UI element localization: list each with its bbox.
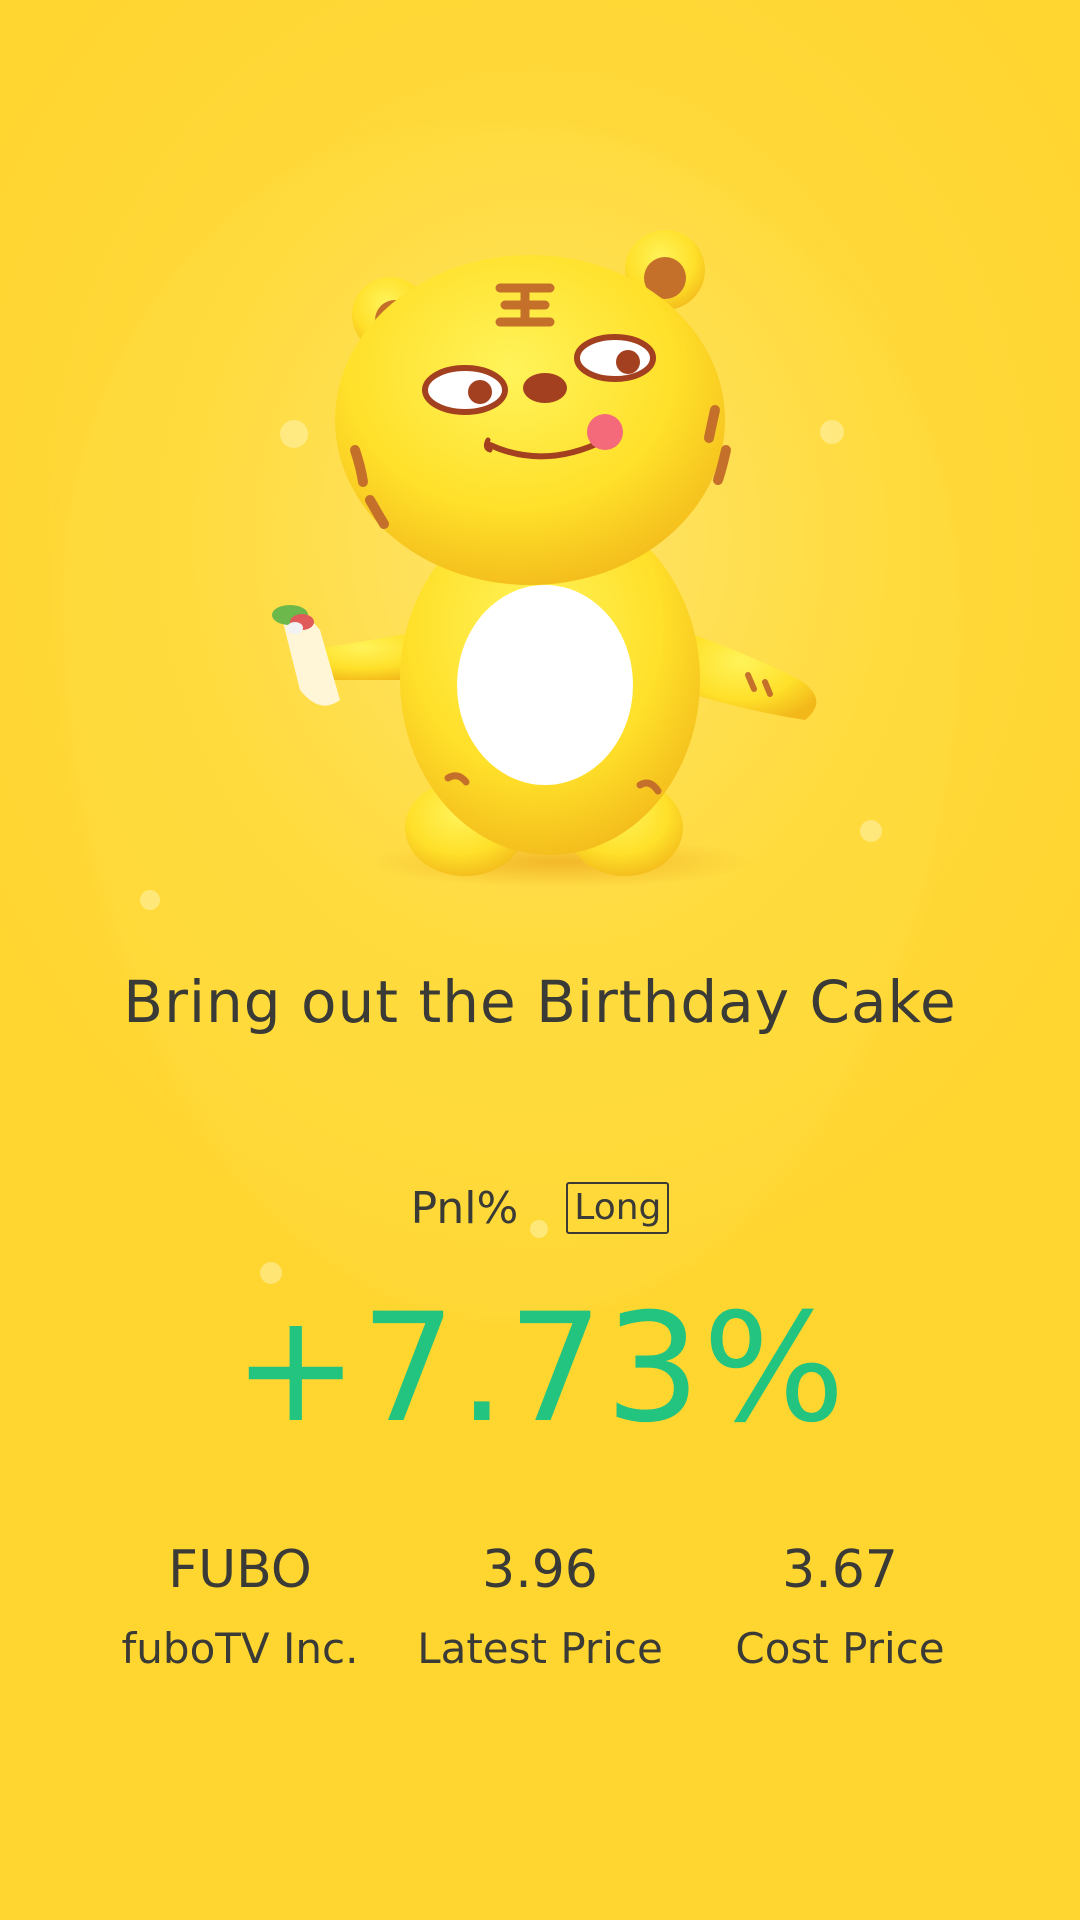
pnl-label: Pnl% xyxy=(410,1182,519,1234)
stat-latest-price: 3.96 Latest Price xyxy=(390,1540,690,1673)
position-badge: Long xyxy=(566,1182,670,1234)
bokeh-light xyxy=(140,890,160,910)
pnl-header: Pnl% Long xyxy=(0,1182,1080,1234)
company-name: fuboTV Inc. xyxy=(121,1624,359,1673)
tiger-mascot-icon xyxy=(272,230,817,888)
stock-symbol: FUBO xyxy=(168,1540,312,1600)
stat-symbol: FUBO fuboTV Inc. xyxy=(90,1540,390,1673)
latest-price-value: 3.96 xyxy=(482,1540,598,1600)
latest-price-label: Latest Price xyxy=(417,1624,663,1673)
cost-price-value: 3.67 xyxy=(782,1540,898,1600)
pnl-value: +7.73% xyxy=(232,1282,848,1456)
stats-row: FUBO fuboTV Inc. 3.96 Latest Price 3.67 … xyxy=(90,1540,990,1673)
stat-cost-price: 3.67 Cost Price xyxy=(690,1540,990,1673)
bokeh-light xyxy=(860,820,882,842)
headline: Bring out the Birthday Cake xyxy=(123,968,957,1036)
bokeh-light xyxy=(260,1262,282,1284)
cost-price-label: Cost Price xyxy=(735,1624,945,1673)
